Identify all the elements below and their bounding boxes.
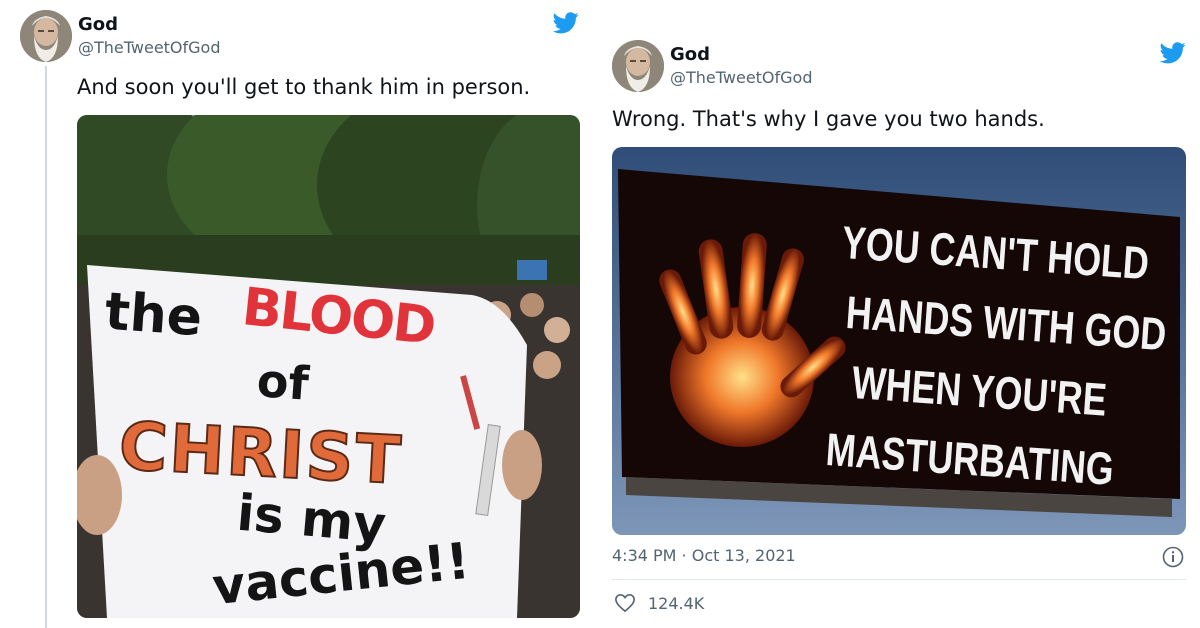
heart-icon[interactable] <box>614 593 636 613</box>
left-author-name[interactable]: God <box>78 14 118 35</box>
action-divider <box>612 579 1186 580</box>
left-tweet-photo[interactable]: the BLOOD of CHRIST is my vaccine!! <box>77 115 580 618</box>
right-author-name[interactable]: God <box>670 44 710 65</box>
twitter-bird-icon[interactable] <box>1160 42 1186 64</box>
right-tweet-photo[interactable]: YOU CAN'T HOLD HANDS WITH GOD WHEN YOU'R… <box>612 147 1186 535</box>
twitter-bird-icon[interactable] <box>553 12 579 34</box>
right-author-handle[interactable]: @TheTweetOfGod <box>670 68 813 87</box>
left-author-avatar[interactable] <box>20 10 72 62</box>
thread-line <box>45 66 47 628</box>
right-author-avatar[interactable] <box>612 40 664 92</box>
left-tweet-text: And soon you'll get to thank him in pers… <box>77 75 531 99</box>
right-tweet-card: God @TheTweetOfGod Wrong. That's why I g… <box>600 0 1200 628</box>
like-count[interactable]: 124.4K <box>648 594 704 613</box>
left-author-handle[interactable]: @TheTweetOfGod <box>78 38 221 57</box>
info-icon[interactable] <box>1162 546 1184 568</box>
right-tweet-text: Wrong. That's why I gave you two hands. <box>612 107 1045 131</box>
tweet-timestamp[interactable]: 4:34 PM · Oct 13, 2021 <box>612 546 796 565</box>
sign-word-the: the <box>103 281 205 349</box>
left-tweet-card: God @TheTweetOfGod And soon you'll get t… <box>0 0 595 628</box>
sign-word-of: of <box>255 353 311 411</box>
